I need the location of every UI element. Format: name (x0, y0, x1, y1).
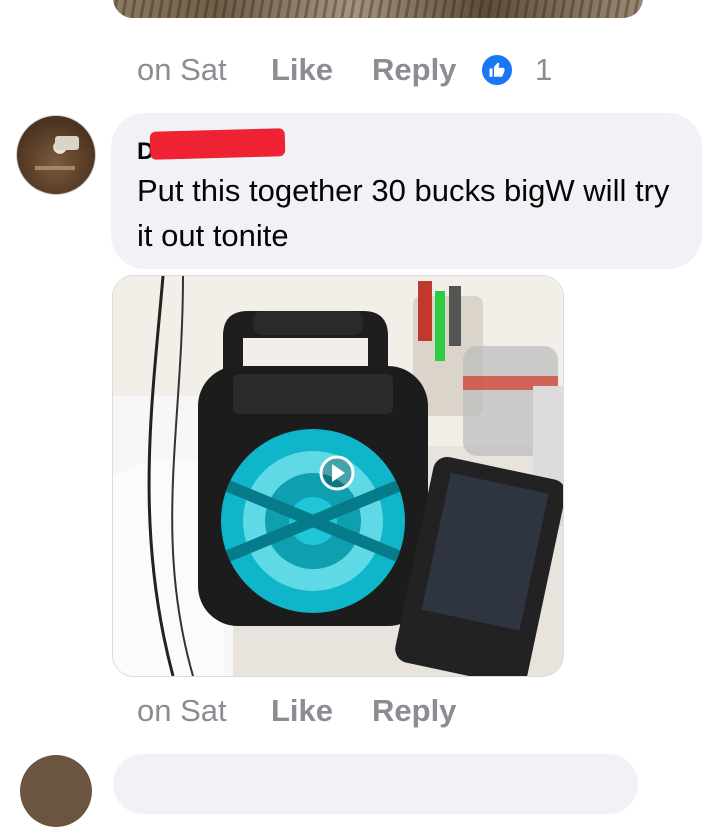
speaker-photo-illustration (113, 276, 563, 676)
comment-text: Put this together 30 bucks bigW will try… (137, 173, 670, 253)
next-comment-avatar[interactable] (20, 755, 92, 827)
like-button[interactable]: Like (271, 52, 333, 88)
reply-button[interactable]: Reply (372, 52, 456, 88)
reply-button[interactable]: Reply (372, 693, 456, 729)
reaction-count[interactable]: 1 (535, 52, 552, 88)
redaction-mark (149, 128, 286, 160)
next-comment-bubble (113, 754, 638, 814)
comment-timestamp[interactable]: on Sat (137, 52, 227, 88)
like-button[interactable]: Like (271, 693, 333, 729)
comment-timestamp[interactable]: on Sat (137, 693, 227, 729)
comment-photo[interactable] (112, 275, 564, 677)
previous-comment-image[interactable] (113, 0, 643, 18)
thumbs-up-icon[interactable] (480, 53, 514, 87)
avatar[interactable] (16, 115, 96, 195)
